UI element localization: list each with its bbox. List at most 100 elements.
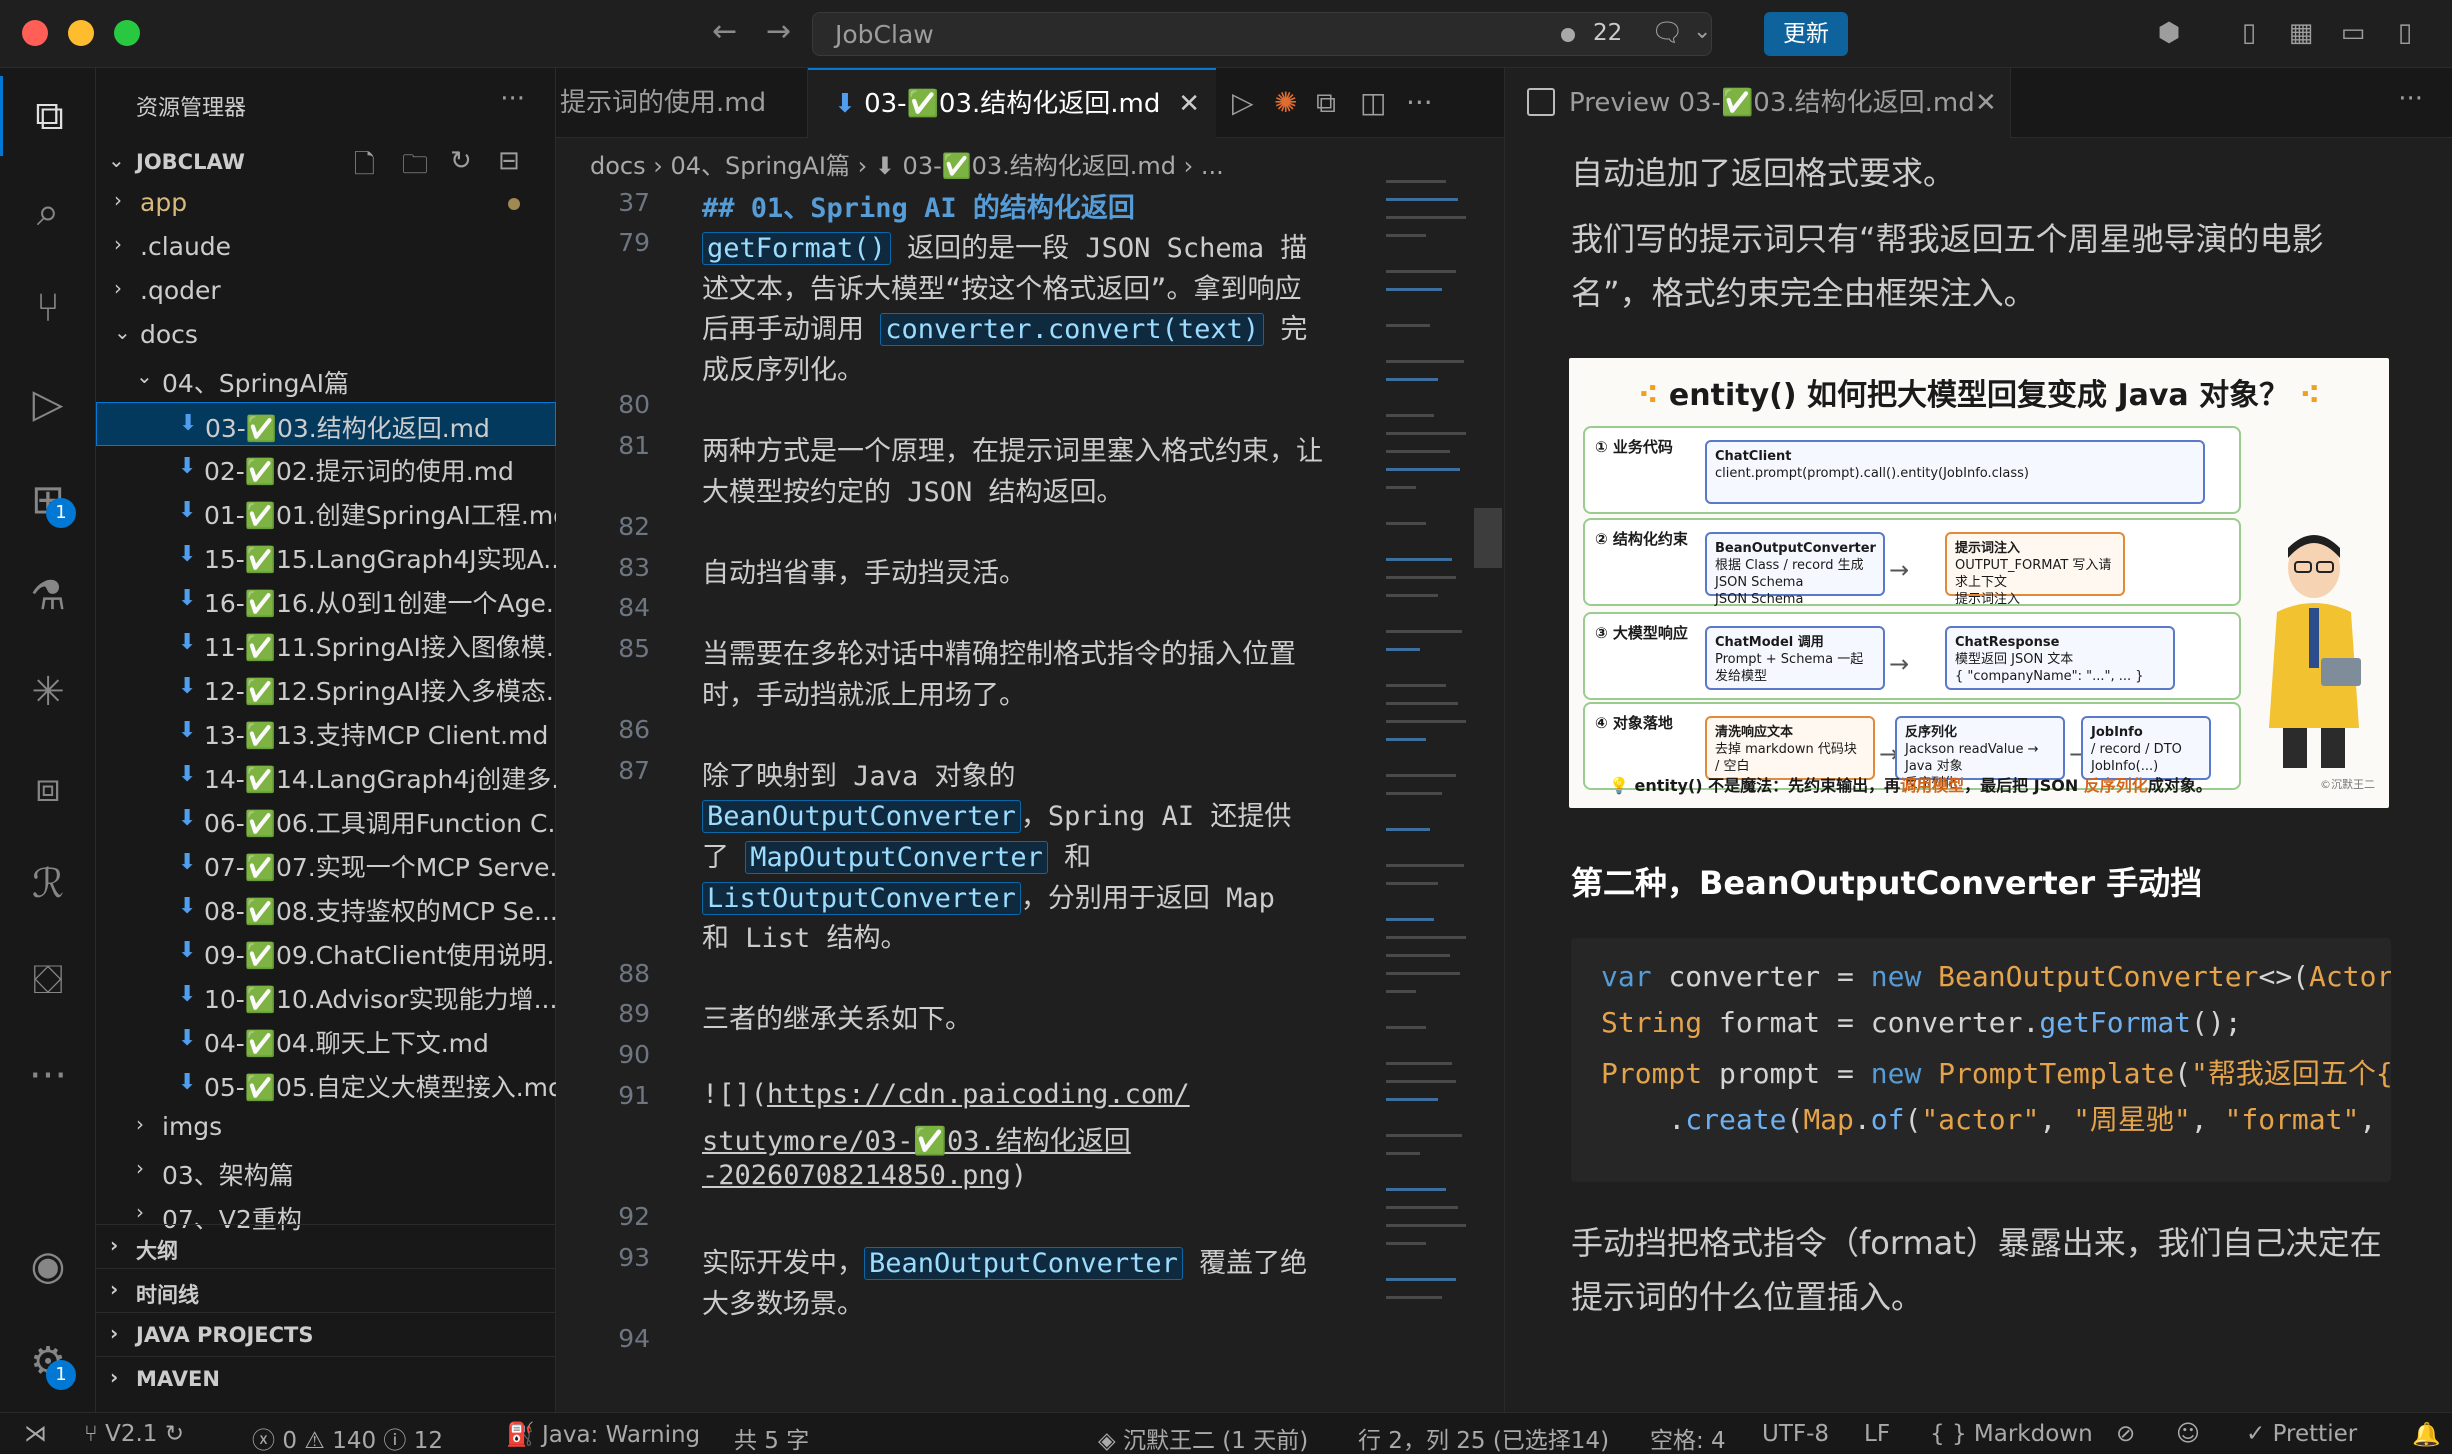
section-header[interactable]: › 大纲 — [96, 1224, 556, 1268]
file-item[interactable]: ⬇ 10-✅10.Advisor实现能力增... — [96, 974, 556, 1018]
link-text[interactable]: stutymore/03-✅03.结构化返回 — [702, 1126, 1131, 1157]
file-item[interactable]: ⬇ 16-✅16.从0到1创建一个Age... — [96, 578, 556, 622]
branch-item[interactable]: ⑂ V2.1 ↻ — [84, 1421, 184, 1447]
qoder-icon[interactable]: ℛ — [0, 844, 96, 924]
toggle-primary-sidebar-icon[interactable]: ▯ — [2232, 16, 2266, 50]
zoom-window-button[interactable] — [114, 20, 140, 46]
chat-icon[interactable]: 🗨 — [1651, 18, 1684, 48]
toggle-secondary-sidebar-icon[interactable]: ▯ — [2388, 16, 2422, 50]
account-icon[interactable]: ◉ — [0, 1226, 96, 1306]
indentation[interactable]: 空格: 4 — [1650, 1421, 1726, 1454]
file-item[interactable]: ⬇ 05-✅05.自定义大模型接入.md — [96, 1062, 556, 1106]
source-control-icon[interactable]: ⑂ — [0, 268, 96, 348]
close-icon[interactable]: ✕ — [1975, 68, 1997, 138]
run-debug-icon[interactable]: ▷ — [0, 364, 96, 444]
minimap[interactable] — [1386, 180, 1486, 1412]
search-icon[interactable]: ⌕ — [0, 172, 96, 252]
folder-item[interactable]: › app — [96, 182, 556, 226]
encoding[interactable]: UTF-8 — [1762, 1421, 1829, 1447]
extensions-icon[interactable]: ⊞ 1 — [0, 460, 96, 540]
more-icon[interactable]: ··· — [0, 1036, 96, 1116]
code-editor[interactable]: 37 ## 01、Spring AI 的结构化返回 79 getFormat() … — [556, 180, 1376, 1412]
folder-item[interactable]: › imgs — [96, 1106, 556, 1150]
customize-layout-icon[interactable]: ▦ — [2284, 16, 2318, 50]
file-item[interactable]: ⬇ 11-✅11.SpringAI接入图像模... — [96, 622, 556, 666]
end-of-line[interactable]: LF — [1864, 1421, 1890, 1447]
file-item[interactable]: ⬇ 12-✅12.SpringAI接入多模态.... — [96, 666, 556, 710]
prettier-item[interactable]: ✓ Prettier — [2246, 1421, 2357, 1447]
minimap-line — [1386, 1206, 1458, 1209]
file-item[interactable]: ⬇ 15-✅15.LangGraph4J实现A... — [96, 534, 556, 578]
section-header[interactable]: › JAVA PROJECTS — [96, 1312, 556, 1356]
no-entry-icon[interactable]: ⊘ — [2116, 1421, 2135, 1447]
cursor-position[interactable]: 行 2，列 25 (已选择14) — [1358, 1421, 1609, 1454]
claude-icon[interactable]: ✳ — [0, 652, 96, 732]
file-item[interactable]: ⬇ 14-✅14.LangGraph4j创建多... — [96, 754, 556, 798]
file-item[interactable]: ⬇ 13-✅13.支持MCP Client.md — [96, 710, 556, 754]
file-item[interactable]: ⬇ 02-✅02.提示词的使用.md — [96, 446, 556, 490]
minimap-line — [1386, 1026, 1426, 1029]
folder-item[interactable]: ⌄ docs — [96, 314, 556, 358]
language-mode[interactable]: { } Markdown — [1930, 1421, 2093, 1447]
tab-structured-return[interactable]: ⬇ 03-✅03.结构化返回.md ✕ — [808, 68, 1216, 138]
breadcrumb[interactable]: docs › 04、SpringAI篇 › ⬇ 03-✅03.结构化返回.md … — [590, 146, 1224, 181]
collapse-all-icon[interactable]: ⊟ — [498, 146, 520, 176]
more-actions-icon[interactable]: ··· — [500, 84, 525, 114]
file-item[interactable]: ⬇ 07-✅07.实现一个MCP Serve... — [96, 842, 556, 886]
command-center[interactable]: JobClaw 22 🗨 ⌄ — [812, 12, 1712, 56]
notifications-icon[interactable]: 🔔 — [2412, 1421, 2441, 1448]
run-icon[interactable]: ▷ — [1232, 86, 1254, 119]
section-header[interactable]: › 时间线 — [96, 1268, 556, 1312]
explorer-icon[interactable]: ⧉ — [0, 76, 96, 156]
close-window-button[interactable] — [22, 20, 48, 46]
file-item[interactable]: ⬇ 04-✅04.聊天上下文.md — [96, 1018, 556, 1062]
line-number: 91 — [618, 1080, 650, 1110]
folder-item[interactable]: › .qoder — [96, 270, 556, 314]
code-token: , — [2190, 1103, 2225, 1136]
file-item[interactable]: ⬇ 01-✅01.创建SpringAI工程.md — [96, 490, 556, 534]
tree-item-label: .qoder — [140, 276, 221, 305]
remote-icon[interactable]: ⋊ — [24, 1421, 47, 1447]
link-text[interactable]: -20260708214850.png — [702, 1160, 1011, 1191]
code-line: 实际开发中， BeanOutputConverter 覆盖了绝 — [702, 1241, 1376, 1280]
refresh-icon[interactable]: ↻ — [450, 146, 472, 176]
containers-icon[interactable]: ⛋ — [0, 940, 96, 1020]
file-item[interactable]: ⬇ 06-✅06.工具调用Function C... — [96, 798, 556, 842]
forward-arrow-icon[interactable]: → — [766, 14, 791, 49]
claude-action-icon[interactable]: ✺ — [1274, 86, 1297, 119]
copilot-status-icon[interactable]: ☺ — [2176, 1421, 2200, 1447]
minimize-window-button[interactable] — [68, 20, 94, 46]
more-actions-icon[interactable]: ··· — [2398, 84, 2423, 114]
git-blame[interactable]: ◈ 沉默王二 (1 天前) — [1098, 1421, 1308, 1454]
remote-explorer-icon[interactable]: ⧈ — [0, 748, 96, 828]
minimap-line — [1386, 882, 1438, 885]
testing-icon[interactable]: ⚗ — [0, 556, 96, 636]
settings-gear-icon[interactable]: ⚙ 1 — [0, 1322, 96, 1402]
folder-item[interactable]: › .claude — [96, 226, 556, 270]
update-button[interactable]: 更新 — [1764, 12, 1848, 56]
link-text[interactable]: https://cdn.paicoding.com/ — [767, 1079, 1190, 1110]
file-item[interactable]: ⬇ 03-✅03.结构化返回.md — [96, 402, 556, 446]
tab-prompt-usage[interactable]: 提示词的使用.md — [556, 68, 808, 138]
back-arrow-icon[interactable]: ← — [712, 14, 737, 49]
split-editor-icon[interactable]: ◫ — [1360, 86, 1386, 119]
toggle-panel-icon[interactable]: ▭ — [2336, 16, 2370, 50]
folder-item[interactable]: › 03、架构篇 — [96, 1150, 556, 1194]
open-preview-icon[interactable]: ⧉ — [1316, 86, 1336, 120]
problems-item[interactable]: ⓧ 0 ⚠ 140 ⓘ 12 — [252, 1421, 443, 1454]
code-text: 大模型按约定的 JSON 结构返回。 — [702, 476, 1124, 508]
file-item[interactable]: ⬇ 09-✅09.ChatClient使用说明... — [96, 930, 556, 974]
file-item[interactable]: ⬇ 08-✅08.支持鉴权的MCP Se... — [96, 886, 556, 930]
scrollbar-thumb[interactable] — [1474, 508, 1502, 568]
java-status[interactable]: ⛽ Java: Warning — [506, 1421, 700, 1448]
workspace-root[interactable]: ⌄ JOBCLAW 🗋 🗀 ↻ ⊟ — [96, 142, 556, 182]
copilot-icon[interactable]: ⬢ — [2152, 16, 2186, 50]
chevron-down-icon[interactable]: ⌄ — [1693, 19, 1711, 44]
section-header[interactable]: › MAVEN — [96, 1356, 556, 1400]
more-actions-icon[interactable]: ··· — [1406, 86, 1433, 119]
tab-preview[interactable]: Preview 03-✅03.结构化返回.md ✕ — [1505, 68, 2011, 138]
folder-item[interactable]: ⌄ 04、SpringAI篇 — [96, 358, 556, 402]
markdown-file-icon: ⬇ — [178, 630, 197, 655]
chevron-right-icon: › — [136, 1156, 144, 1180]
close-icon[interactable]: ✕ — [1178, 70, 1200, 138]
